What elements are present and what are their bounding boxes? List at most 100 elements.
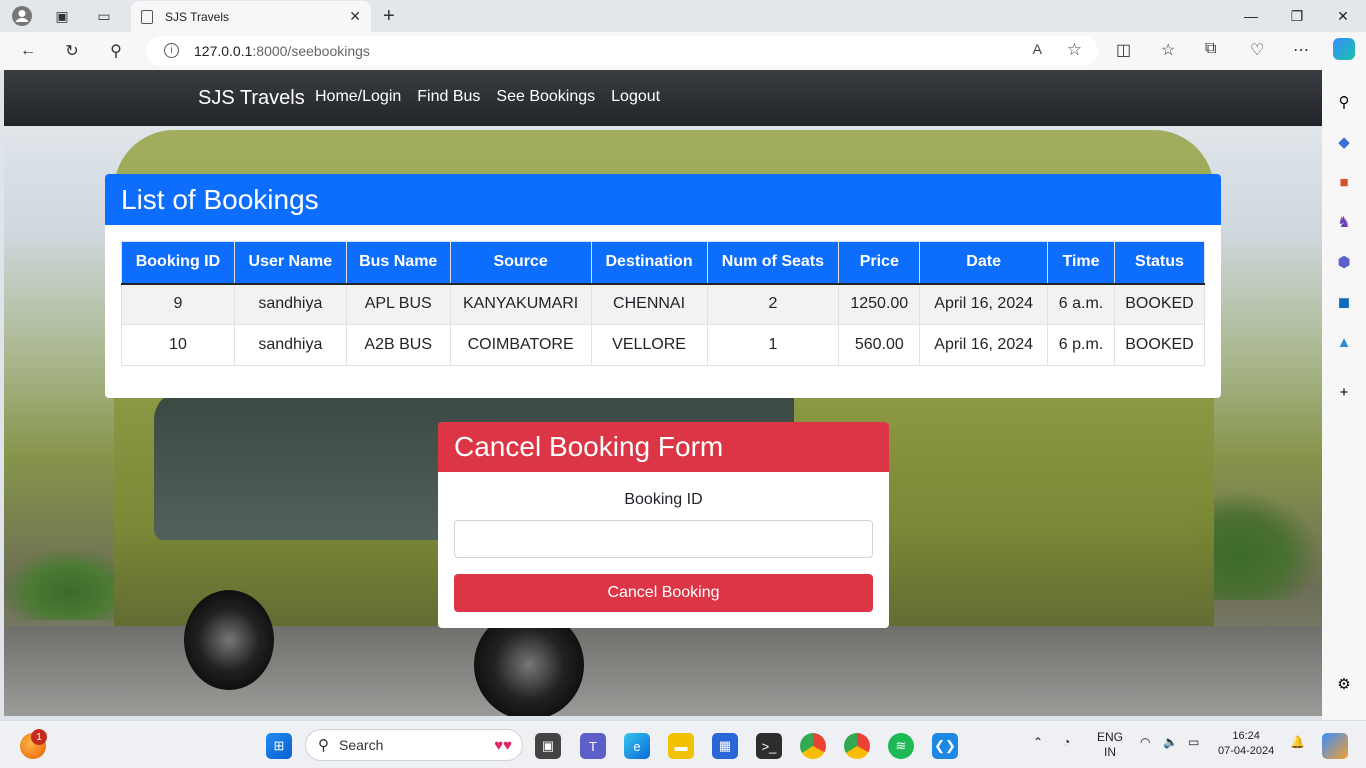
col-header: Bus Name <box>345 241 451 285</box>
booking-id-label: Booking ID <box>624 491 703 508</box>
browser-essentials-icon[interactable]: ♡ <box>1250 40 1264 60</box>
drop-icon[interactable]: ▲ <box>1334 332 1354 352</box>
shopping-tag-icon[interactable]: ◆ <box>1334 132 1354 152</box>
bus-wheel <box>184 590 274 690</box>
search-icon[interactable]: ⚲ <box>104 39 128 63</box>
tab-actions-icon[interactable]: ▭ <box>92 4 116 28</box>
reload-icon[interactable]: ↻ <box>60 39 84 63</box>
language-indicator[interactable]: ENG IN <box>1097 730 1123 760</box>
url-path: :8000/seebookings <box>252 43 370 59</box>
sidebar-search-icon[interactable]: ⚲ <box>1334 92 1354 112</box>
cell-num-seats: 1 <box>706 324 840 366</box>
teams-icon[interactable]: T <box>580 733 606 759</box>
url-bar[interactable]: i 127.0.0.1:8000/seebookings A ☆ <box>146 36 1098 66</box>
network-status-icon[interactable]: ◔ <box>1063 735 1070 749</box>
nav-link-find-bus[interactable]: Find Bus <box>417 88 480 106</box>
start-icon[interactable]: ⊞ <box>266 733 292 759</box>
cell-date: April 16, 2024 <box>919 324 1049 366</box>
favorites-icon[interactable]: ☆ <box>1161 40 1175 60</box>
favorite-star-icon[interactable]: ☆ <box>1067 40 1082 60</box>
collections-icon[interactable]: ⧉ <box>1205 40 1216 58</box>
cell-price: 1250.00 <box>838 283 921 325</box>
add-sidebar-icon[interactable]: + <box>1334 382 1354 402</box>
edge-sidebar: ⚲ ◆ ■ ♞ ⬢ ◼ ▲ + ⚙ <box>1322 70 1366 720</box>
table-header-row: Booking ID User Name Bus Name Source Des… <box>121 241 1206 285</box>
cell-time: 6 p.m. <box>1047 324 1115 366</box>
cancel-booking-card: Cancel Booking Form Booking ID Cancel Bo… <box>438 422 889 628</box>
cell-booking-id: 9 <box>121 283 235 325</box>
region-code: IN <box>1104 745 1116 759</box>
col-header: Price <box>838 241 921 285</box>
copilot-icon[interactable] <box>1333 38 1355 60</box>
bookings-table: Booking ID User Name Bus Name Source Des… <box>121 241 1206 366</box>
cell-user-name: sandhiya <box>233 283 347 325</box>
bookings-title: List of Bookings <box>105 174 1221 225</box>
cell-bus-name: APL BUS <box>345 283 451 325</box>
minimize-icon[interactable]: — <box>1228 0 1274 32</box>
cell-bus-name: A2B BUS <box>345 324 451 366</box>
tools-briefcase-icon[interactable]: ■ <box>1334 172 1354 192</box>
site-brand[interactable]: SJS Travels <box>198 87 305 110</box>
col-header: Num of Seats <box>706 241 840 285</box>
nav-link-logout[interactable]: Logout <box>611 88 660 106</box>
task-view-icon[interactable]: ▣ <box>535 733 561 759</box>
copilot-taskbar-icon[interactable] <box>1322 733 1348 759</box>
cell-destination: CHENNAI <box>590 283 708 325</box>
battery-icon[interactable]: ▭ <box>1188 735 1199 749</box>
more-menu-icon[interactable]: ⋯ <box>1293 40 1309 60</box>
notifications-bell-icon[interactable]: 🔔 <box>1290 735 1305 749</box>
spotify-icon[interactable]: ≋ <box>888 733 914 759</box>
read-aloud-icon[interactable]: A <box>1033 41 1042 57</box>
clock-time: 16:24 <box>1232 730 1260 742</box>
sidebar-settings-icon[interactable]: ⚙ <box>1334 674 1354 694</box>
table-row: 10 sandhiya A2B BUS COIMBATORE VELLORE 1… <box>121 324 1206 366</box>
edge-icon[interactable]: e <box>624 733 650 759</box>
chrome-profile-icon[interactable] <box>844 733 870 759</box>
cell-booking-id: 10 <box>121 324 235 366</box>
col-header: Date <box>919 241 1049 285</box>
booking-id-input[interactable] <box>454 520 873 558</box>
nav-link-home-login[interactable]: Home/Login <box>315 88 401 106</box>
nav-link-see-bookings[interactable]: See Bookings <box>496 88 595 106</box>
nav-links: Home/Login Find Bus See Bookings Logout <box>315 88 660 106</box>
cell-source: KANYAKUMARI <box>449 283 592 325</box>
games-icon[interactable]: ♞ <box>1334 212 1354 232</box>
col-header: Time <box>1047 241 1115 285</box>
new-tab-button[interactable]: + <box>383 5 395 28</box>
site-navbar: SJS Travels Home/Login Find Bus See Book… <box>4 70 1322 126</box>
cancel-booking-button[interactable]: Cancel Booking <box>454 574 873 612</box>
tab-sjs-travels[interactable]: SJS Travels ✕ <box>131 1 371 32</box>
window-controls: — ❐ ✕ <box>1228 0 1366 32</box>
file-explorer-icon[interactable]: ▬ <box>668 733 694 759</box>
browser-tab-bar: ▣ ▭ SJS Travels ✕ + — ❐ ✕ <box>0 0 1366 32</box>
volume-icon[interactable]: 🔈 <box>1163 735 1178 749</box>
close-window-icon[interactable]: ✕ <box>1320 0 1366 32</box>
taskbar-clock[interactable]: 16:24 07-04-2024 <box>1218 729 1274 759</box>
vscode-icon[interactable]: ❮❯ <box>932 733 958 759</box>
restore-icon[interactable]: ❐ <box>1274 0 1320 32</box>
cell-status: BOOKED <box>1113 283 1206 325</box>
site-info-icon[interactable]: i <box>164 43 179 58</box>
tab-title: SJS Travels <box>165 9 230 24</box>
cell-status: BOOKED <box>1113 324 1206 366</box>
chrome-icon[interactable] <box>800 733 826 759</box>
back-icon[interactable]: ← <box>16 39 40 63</box>
show-hidden-icons[interactable]: ⌃ <box>1033 735 1043 749</box>
cell-destination: VELLORE <box>590 324 708 366</box>
search-highlight-icon: ♥♥ <box>494 736 512 754</box>
close-tab-icon[interactable]: ✕ <box>349 8 361 25</box>
bookings-card: List of Bookings Booking ID User Name Bu… <box>105 174 1221 398</box>
split-screen-icon[interactable]: ◫ <box>1116 40 1131 60</box>
col-header: Source <box>449 241 592 285</box>
profile-icon[interactable] <box>10 4 34 28</box>
wifi-icon[interactable]: ◠ <box>1140 735 1150 749</box>
outlook-icon[interactable]: ◼ <box>1334 292 1354 312</box>
cell-time: 6 a.m. <box>1047 283 1115 325</box>
windows-taskbar: 1 ⊞ ⚲ Search ♥♥ ▣ T e ▬ ▦ >_ ≋ ❮❯ ⌃ ◔ EN… <box>0 720 1366 768</box>
microsoft365-icon[interactable]: ⬢ <box>1334 252 1354 272</box>
store-icon[interactable]: ▦ <box>712 733 738 759</box>
workspaces-icon[interactable]: ▣ <box>50 4 74 28</box>
terminal-icon[interactable]: >_ <box>756 733 782 759</box>
taskbar-search[interactable]: ⚲ Search ♥♥ <box>305 729 523 761</box>
cell-source: COIMBATORE <box>449 324 592 366</box>
